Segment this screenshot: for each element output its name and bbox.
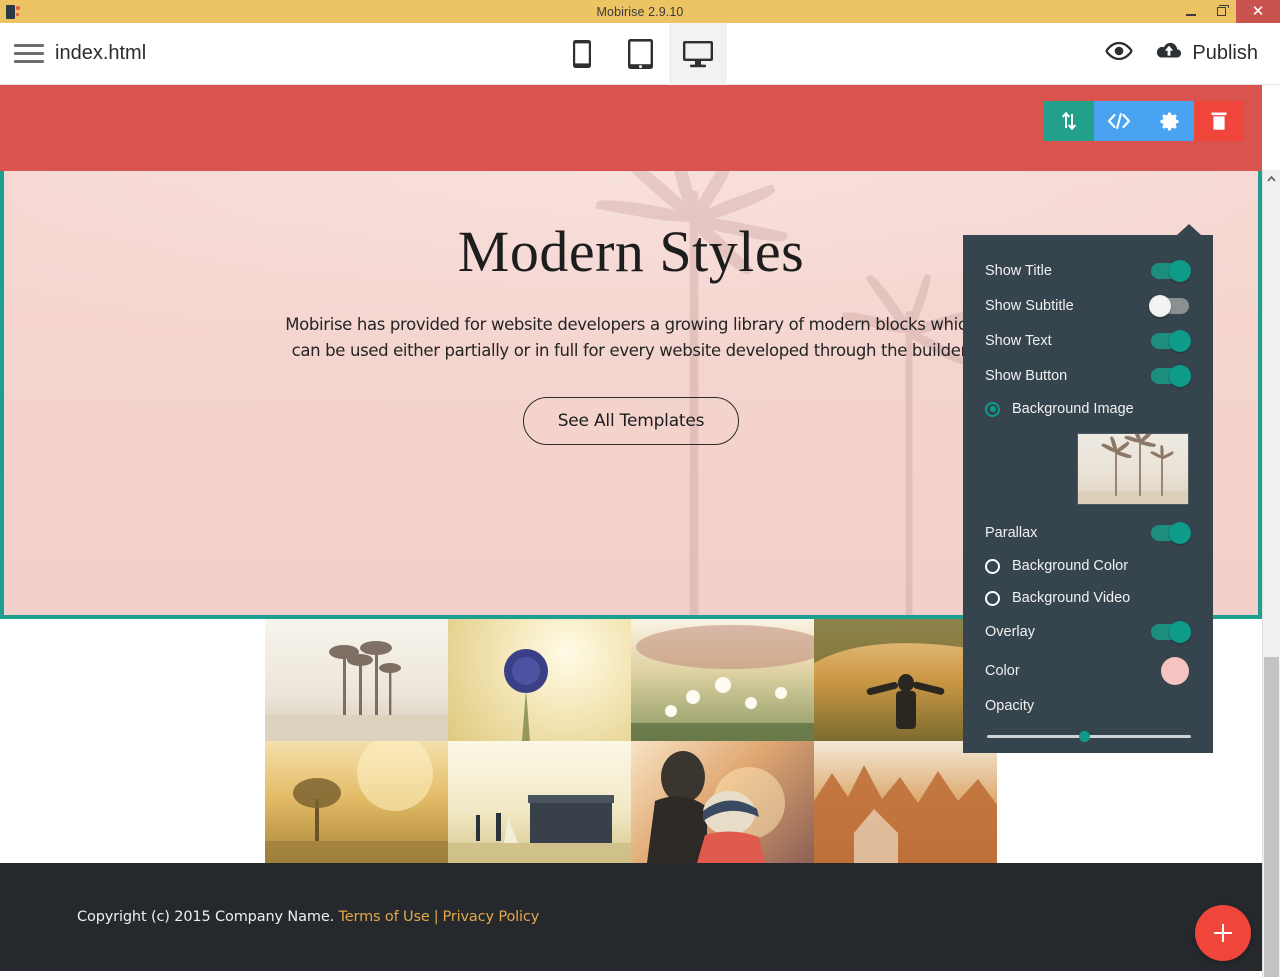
gallery-tile-lone-tree-sunrise[interactable] <box>265 741 448 863</box>
privacy-policy-link[interactable]: Privacy Policy <box>442 909 539 925</box>
app-header: index.html Publish <box>0 22 1280 85</box>
gear-icon[interactable] <box>1144 101 1194 141</box>
page-canvas: Modern Styles Mobirise has provided for … <box>0 85 1280 977</box>
show-title-label: Show Title <box>985 262 1052 279</box>
show-text-toggle[interactable] <box>1151 329 1191 352</box>
show-button-toggle[interactable] <box>1151 364 1191 387</box>
radio-background-video[interactable]: Background Video <box>963 582 1213 614</box>
maximize-button[interactable] <box>1206 0 1236 23</box>
menu-block[interactable] <box>0 85 1262 171</box>
minimize-button[interactable] <box>1176 0 1206 23</box>
footer-separator: | <box>433 909 439 925</box>
publish-label: Publish <box>1192 42 1258 64</box>
device-preview-switcher <box>553 22 727 85</box>
block-toolbar <box>1044 101 1244 141</box>
radio-background-image[interactable]: Background Image <box>963 393 1213 425</box>
background-image-label: Background Image <box>1012 401 1134 417</box>
gallery-tile-canyon-rocks[interactable] <box>814 741 997 863</box>
gallery-tile-dandelion-field[interactable] <box>631 619 814 741</box>
parallax-toggle[interactable] <box>1151 521 1191 544</box>
cloud-upload-icon <box>1155 41 1183 66</box>
background-image-thumbnail[interactable] <box>1077 433 1189 505</box>
canvas-scrollbar[interactable] <box>1262 170 1280 977</box>
setting-show-text: Show Text <box>963 323 1213 358</box>
background-color-radio[interactable] <box>985 558 1000 574</box>
gallery-grid <box>265 619 997 863</box>
mobirise-app-icon <box>4 4 20 20</box>
trash-icon[interactable] <box>1194 101 1244 141</box>
see-all-templates-button[interactable]: See All Templates <box>522 397 740 446</box>
show-title-toggle[interactable] <box>1151 259 1191 282</box>
opacity-label: Opacity <box>985 698 1035 714</box>
device-mobile-button[interactable] <box>553 23 611 85</box>
opacity-slider-wrap <box>963 719 1213 745</box>
background-color-label: Background Color <box>1012 558 1129 574</box>
color-label: Color <box>985 663 1020 679</box>
setting-opacity: Opacity <box>963 693 1213 719</box>
header-actions: Publish <box>1105 41 1258 66</box>
gallery-tile-couple-by-barn[interactable] <box>448 741 631 863</box>
device-tablet-button[interactable] <box>611 23 669 85</box>
add-block-button[interactable] <box>1195 905 1251 961</box>
background-video-label: Background Video <box>1012 590 1131 606</box>
window-controls: ✕ <box>1176 0 1280 23</box>
chevron-up-icon[interactable] <box>1263 170 1280 187</box>
show-text-label: Show Text <box>985 332 1052 349</box>
window-titlebar: Mobirise 2.9.10 ✕ <box>0 0 1280 23</box>
footer-block[interactable]: Copyright (c) 2015 Company Name. Terms o… <box>0 863 1262 971</box>
setting-overlay: Overlay <box>963 614 1213 649</box>
setting-color: Color <box>963 649 1213 693</box>
opacity-slider-handle[interactable] <box>1079 731 1091 742</box>
hero-text[interactable]: Mobirise has provided for website develo… <box>281 312 981 365</box>
panel-caret <box>1177 224 1201 235</box>
copyright-text: Copyright (c) 2015 Company Name. Terms o… <box>77 909 539 925</box>
background-thumbnail-wrap <box>963 425 1213 515</box>
show-button-label: Show Button <box>985 367 1068 384</box>
eye-icon[interactable] <box>1105 41 1133 65</box>
block-settings-panel: Show Title Show Subtitle Show Text Show … <box>963 224 1213 753</box>
show-subtitle-label: Show Subtitle <box>985 297 1074 314</box>
gallery-tile-child-in-cap-sunset[interactable] <box>631 741 814 863</box>
gallery-tile-blue-thistle-flower[interactable] <box>448 619 631 741</box>
overlay-toggle[interactable] <box>1151 620 1191 643</box>
gallery-tile-palm-trees-beach[interactable] <box>265 619 448 741</box>
overlay-label: Overlay <box>985 623 1035 640</box>
background-video-radio[interactable] <box>985 590 1000 606</box>
show-subtitle-toggle[interactable] <box>1149 294 1189 317</box>
setting-show-button: Show Button <box>963 358 1213 393</box>
radio-background-color[interactable]: Background Color <box>963 550 1213 582</box>
hamburger-menu-icon[interactable] <box>14 39 44 69</box>
publish-button[interactable]: Publish <box>1155 41 1258 66</box>
move-up-down-icon[interactable] <box>1044 101 1094 141</box>
device-desktop-button[interactable] <box>669 22 727 85</box>
copyright-label: Copyright (c) 2015 Company Name. <box>77 909 335 925</box>
code-brackets-icon[interactable] <box>1094 101 1144 141</box>
setting-show-subtitle: Show Subtitle <box>963 288 1213 323</box>
scrollbar-thumb[interactable] <box>1264 657 1279 977</box>
overlay-color-swatch[interactable] <box>1161 657 1189 685</box>
parallax-label: Parallax <box>985 524 1038 541</box>
opacity-slider[interactable] <box>987 727 1191 745</box>
window-title: Mobirise 2.9.10 <box>596 4 684 19</box>
close-button[interactable]: ✕ <box>1236 0 1280 23</box>
page-title: index.html <box>55 42 147 64</box>
terms-of-use-link[interactable]: Terms of Use <box>339 909 430 925</box>
background-image-radio[interactable] <box>985 401 1000 417</box>
plus-icon <box>1213 923 1233 943</box>
setting-show-title: Show Title <box>963 253 1213 288</box>
setting-parallax: Parallax <box>963 515 1213 550</box>
